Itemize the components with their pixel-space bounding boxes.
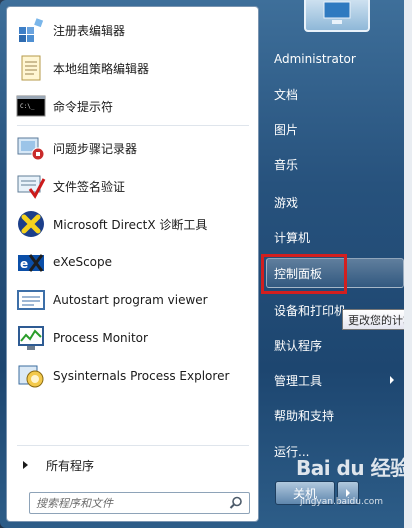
music-label: 音乐	[274, 157, 299, 172]
default-programs-item[interactable]: 默认程序	[270, 330, 406, 360]
program-label: Autostart program viewer	[53, 293, 208, 307]
chevron-right-icon	[23, 461, 28, 469]
program-item-group-policy[interactable]: 本地组策略编辑器	[11, 51, 255, 85]
program-item-process-explorer[interactable]: Sysinternals Process Explorer	[11, 359, 255, 393]
directx-icon	[15, 208, 47, 240]
all-programs-label: 所有程序	[46, 458, 95, 473]
autostart-viewer-icon	[15, 284, 47, 316]
command-prompt-icon: C:\_	[15, 90, 47, 122]
search-icon[interactable]	[229, 496, 243, 513]
file-signature-icon	[15, 170, 47, 202]
documents-label: 文档	[274, 87, 299, 102]
user-picture-icon[interactable]	[304, 0, 370, 32]
process-explorer-icon	[15, 360, 47, 392]
computer-item[interactable]: 计算机	[270, 222, 406, 252]
help-support-item[interactable]: 帮助和支持	[270, 400, 406, 430]
divider	[17, 445, 249, 446]
program-label: Microsoft DirectX 诊断工具	[53, 217, 208, 232]
search-input[interactable]	[36, 494, 226, 512]
pictures-item[interactable]: 图片	[270, 114, 406, 144]
admin-tools-item[interactable]: 管理工具	[270, 365, 406, 395]
program-item-exescope[interactable]: e eXeScope	[11, 245, 255, 279]
programs-panel: 注册表编辑器 本地组策略编辑器 C:\_ 命令提示符 问题步骤记录器 文件签名验…	[6, 6, 259, 522]
svg-text:e: e	[20, 257, 28, 271]
group-policy-icon	[15, 52, 47, 84]
chevron-right-icon	[346, 489, 350, 497]
program-label: 文件签名验证	[53, 179, 126, 194]
all-programs-item[interactable]: 所有程序	[15, 453, 251, 477]
games-item[interactable]: 游戏	[270, 187, 406, 217]
program-label: 本地组策略编辑器	[53, 61, 150, 76]
program-item-registry-editor[interactable]: 注册表编辑器	[11, 13, 255, 47]
computer-label: 计算机	[274, 230, 311, 245]
program-item-command-prompt[interactable]: C:\_ 命令提示符	[11, 89, 255, 123]
chevron-right-icon	[390, 376, 394, 384]
devices-printers-label: 设备和打印机	[274, 303, 347, 318]
program-label: 注册表编辑器	[53, 23, 126, 38]
divider	[17, 125, 249, 126]
help-support-label: 帮助和支持	[274, 408, 335, 423]
default-programs-label: 默认程序	[274, 338, 323, 353]
exescope-icon: e	[15, 246, 47, 278]
program-label: 问题步骤记录器	[53, 141, 138, 156]
program-label: 命令提示符	[53, 99, 114, 114]
documents-item[interactable]: 文档	[270, 79, 406, 109]
tooltip: 更改您的计算	[342, 309, 412, 330]
program-item-autostart-viewer[interactable]: Autostart program viewer	[11, 283, 255, 317]
highlight-box	[261, 254, 347, 294]
program-label: Process Monitor	[53, 331, 148, 345]
registry-editor-icon	[15, 14, 47, 46]
start-menu: 注册表编辑器 本地组策略编辑器 C:\_ 命令提示符 问题步骤记录器 文件签名验…	[0, 0, 412, 528]
program-item-steps-recorder[interactable]: 问题步骤记录器	[11, 131, 255, 165]
admin-tools-label: 管理工具	[274, 373, 323, 388]
user-name-item[interactable]: Administrator	[270, 44, 406, 74]
program-item-directx[interactable]: Microsoft DirectX 诊断工具	[11, 207, 255, 241]
background-window-edge	[404, 0, 412, 528]
program-label: Sysinternals Process Explorer	[53, 369, 230, 383]
program-item-process-monitor[interactable]: Process Monitor	[11, 321, 255, 355]
program-label: eXeScope	[53, 255, 113, 269]
music-item[interactable]: 音乐	[270, 149, 406, 179]
svg-text:C:\_: C:\_	[20, 103, 35, 110]
steps-recorder-icon	[15, 132, 47, 164]
baidu-watermark: Bai du 经验	[296, 456, 410, 480]
games-label: 游戏	[274, 195, 299, 210]
search-box	[29, 492, 250, 514]
user-name-label: Administrator	[274, 52, 356, 66]
program-item-file-signature[interactable]: 文件签名验证	[11, 169, 255, 203]
pictures-label: 图片	[274, 122, 299, 137]
watermark-url: jingyan.baidu.com	[300, 497, 384, 507]
process-monitor-icon	[15, 322, 47, 354]
